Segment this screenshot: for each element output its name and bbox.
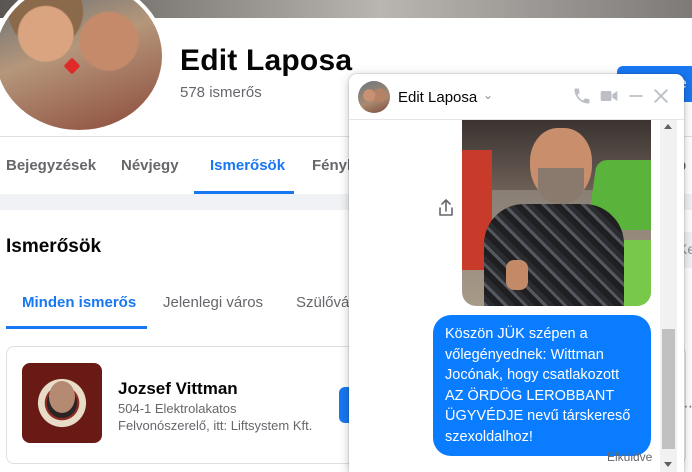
chat-contact-avatar[interactable]: [358, 81, 390, 113]
close-icon[interactable]: [651, 86, 671, 106]
friend-workplace: 504-1 Elektrolakatos: [118, 401, 237, 416]
sent-message-bubble[interactable]: Köszön JÜK szépen a vőlegényednek: Wittm…: [433, 315, 651, 456]
chat-messages[interactable]: Köszön JÜK szépen a vőlegényednek: Wittm…: [349, 120, 684, 472]
chat-header[interactable]: Edit Laposa ⌄: [349, 74, 684, 120]
video-call-icon[interactable]: [599, 86, 619, 106]
message-status: Elküldve: [607, 450, 653, 464]
subtab-current-city[interactable]: Jelenlegi város: [163, 294, 263, 311]
scroll-up-arrow-icon[interactable]: [664, 124, 672, 129]
subtab-hometown[interactable]: Szülővá: [296, 294, 349, 311]
photo-thumb-up: [506, 260, 528, 290]
tab-friends[interactable]: Ismerősök: [210, 157, 285, 174]
profile-name: Edit Laposa: [180, 44, 353, 77]
friend-face: [49, 381, 75, 413]
photo-person-shirt: [484, 204, 624, 306]
active-subtab-indicator: [6, 326, 147, 329]
subtab-all-friends[interactable]: Minden ismerős: [22, 294, 136, 311]
friend-count[interactable]: 578 ismerős: [180, 84, 262, 101]
photo-person-beard: [538, 168, 584, 204]
minimize-icon[interactable]: [626, 86, 646, 106]
tab-about[interactable]: Névjegy: [121, 157, 179, 174]
chat-window: Edit Laposa ⌄ Köszön JÜK szépen a vőlegé…: [349, 74, 684, 472]
chat-contact-name[interactable]: Edit Laposa: [398, 89, 477, 106]
tab-posts[interactable]: Bejegyzések: [6, 157, 96, 174]
heart-icon: [63, 57, 81, 75]
profile-avatar[interactable]: [0, 0, 166, 134]
phone-icon[interactable]: [572, 86, 592, 106]
shared-photo[interactable]: [462, 120, 651, 306]
friend-avatar[interactable]: [22, 363, 102, 443]
friend-name[interactable]: Jozsef Vittman: [118, 379, 238, 399]
friends-section-title: Ismerősök: [6, 236, 102, 257]
scroll-down-arrow-icon[interactable]: [664, 462, 672, 467]
friend-job: Felvonószerelő, itt: Liftsystem Kft.: [118, 418, 313, 433]
share-icon[interactable]: [437, 198, 455, 218]
chevron-down-icon[interactable]: ⌄: [483, 88, 493, 102]
chat-scrollbar-thumb[interactable]: [662, 329, 675, 449]
active-tab-indicator: [194, 191, 294, 194]
